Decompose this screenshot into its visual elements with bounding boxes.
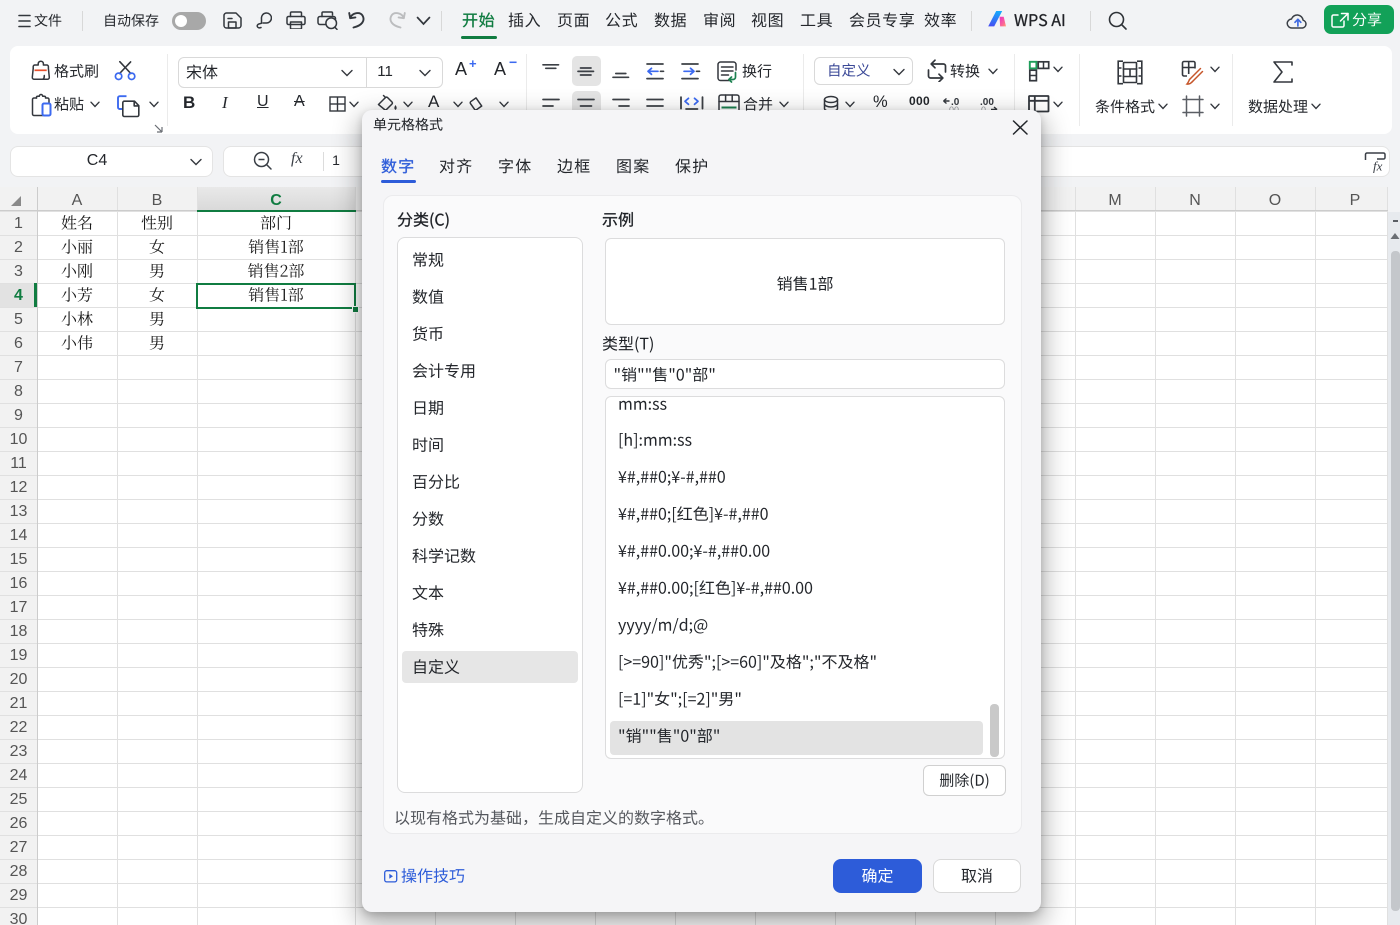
svg-text:fx: fx — [1373, 159, 1383, 174]
